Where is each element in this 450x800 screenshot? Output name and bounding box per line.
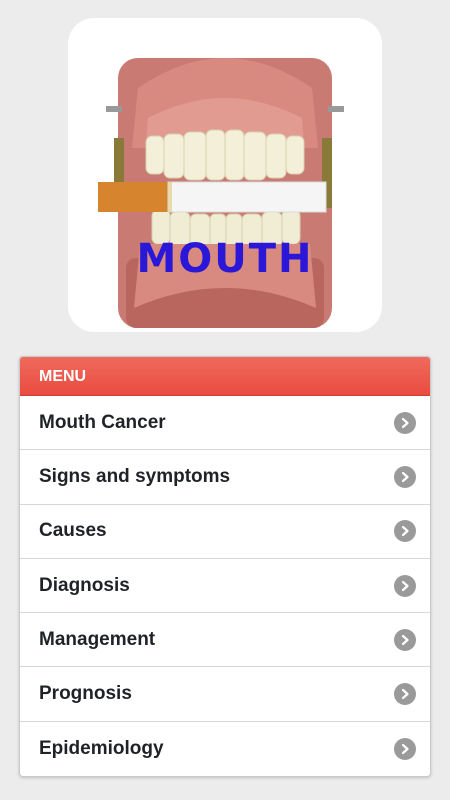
menu-item-causes[interactable]: Causes [20,505,430,559]
menu-item-label: Mouth Cancer [39,411,166,433]
chevron-right-circle-icon [394,574,416,597]
menu-item-prognosis[interactable]: Prognosis [20,667,430,722]
chevron-right-circle-icon [394,628,416,651]
menu-item-label: Causes [39,520,107,542]
menu-header: MENU [20,357,430,396]
dentures-cigarette-illustration: MOUTH [98,58,344,328]
menu-panel: MENU Mouth Cancer Signs and symptoms Cau… [19,356,431,778]
menu-item-management[interactable]: Management [20,613,430,668]
menu-item-diagnosis[interactable]: Diagnosis [20,559,430,614]
menu-item-epidemiology[interactable]: Epidemiology [20,722,430,776]
chevron-right-circle-icon [394,520,416,543]
menu-item-mouth-cancer[interactable]: Mouth Cancer [20,396,430,451]
hero-overlay-text: MOUTH [136,236,313,282]
menu-item-label: Signs and symptoms [39,465,231,487]
menu-item-label: Diagnosis [39,574,130,596]
menu-item-label: Management [39,628,156,650]
menu-item-label: Prognosis [39,683,132,705]
chevron-right-circle-icon [394,683,416,706]
menu-item-signs-and-symptoms[interactable]: Signs and symptoms [20,450,430,505]
hero-image: MOUTH [68,18,382,332]
chevron-right-circle-icon [394,465,416,488]
chevron-right-circle-icon [394,737,416,760]
chevron-right-circle-icon [394,411,416,434]
menu-item-label: Epidemiology [39,737,164,759]
